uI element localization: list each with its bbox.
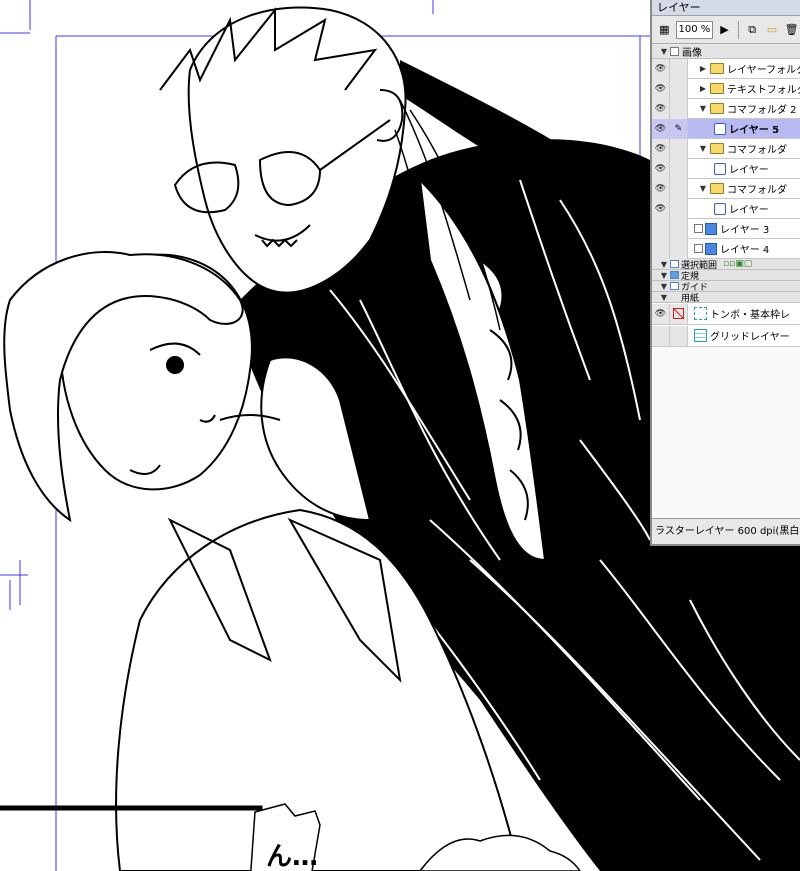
expand-icon[interactable]: ▶ (698, 84, 708, 93)
layer-label: 画像 (682, 48, 702, 59)
layer-row[interactable]: 👁 レイヤー (652, 158, 800, 179)
visibility-checkbox[interactable] (694, 244, 703, 253)
root-icon (670, 47, 679, 56)
eye-icon[interactable]: 👁 (655, 204, 666, 214)
layer-label: レイヤー 4 (720, 245, 770, 256)
visibility-checkbox[interactable] (694, 224, 703, 233)
lock-cell[interactable] (670, 218, 688, 239)
eye-icon[interactable]: 👁 (655, 144, 666, 154)
pen-icon: ✎ (674, 123, 683, 134)
layer-row-selected[interactable]: 👁 ✎ レイヤー 5 (652, 118, 800, 139)
layer-label: レイヤー 3 (720, 225, 770, 236)
opacity-field[interactable]: 100 % (675, 20, 714, 39)
layer-row[interactable]: 👁 ▶ レイヤーフォルダ (652, 58, 800, 79)
expand-icon[interactable]: ▶ (698, 64, 708, 73)
boy-head (3, 251, 253, 523)
lock-cell[interactable] (670, 78, 688, 99)
eye-icon[interactable]: 👁 (655, 124, 666, 134)
group-row-paper[interactable]: ▼ 用紙 (652, 292, 800, 304)
selection-tools-icon[interactable]: ▫▫▣▢ (723, 259, 752, 269)
selection-icon (670, 260, 679, 268)
layer-label: レイヤー (729, 165, 769, 176)
eye-icon[interactable]: 👁 (655, 64, 666, 74)
layer-label: トンボ・基本枠レ (710, 310, 790, 321)
lock-cell[interactable] (670, 58, 688, 79)
frame-folder-icon (710, 103, 724, 114)
layer-palette-title: レイヤー (652, 0, 800, 16)
lock-cell[interactable] (670, 178, 688, 199)
page-layer-row[interactable]: 👁 トンボ・基本枠レ (652, 303, 800, 325)
lock-cell[interactable] (670, 238, 688, 259)
layer-root-row[interactable]: ▼ 画像 (652, 45, 800, 59)
eye-icon[interactable]: 👁 (655, 164, 666, 174)
eye-cell-hidden[interactable] (652, 325, 670, 346)
lock-cell[interactable] (670, 138, 688, 159)
layer-row[interactable]: 👁 ▼ コマフォルダ 2 (652, 98, 800, 119)
layer-tree: ▼ 画像 👁 ▶ レイヤーフォルダ 👁 ▶ テキストフォルダ 👁 ▼ コマフォル… (652, 45, 800, 520)
raster-layer-icon (714, 162, 726, 175)
layer-row[interactable]: 👁 ▼ コマフォルダ (652, 138, 800, 159)
color-layer-icon (705, 222, 717, 235)
layer-row[interactable]: レイヤー 3 (652, 218, 800, 239)
color-layer-icon (705, 242, 717, 255)
collapse-icon[interactable]: ▼ (660, 271, 668, 280)
page-layer-row[interactable]: グリッドレイヤー (652, 325, 800, 347)
group-label: 用紙 (681, 293, 700, 304)
no-output-icon (673, 308, 684, 319)
layer-label: グリッドレイヤー (710, 332, 790, 343)
eye-icon[interactable]: 👁 (655, 309, 666, 319)
collapse-icon[interactable]: ▼ (660, 47, 668, 56)
ruler-icon (670, 271, 679, 279)
collapse-icon[interactable]: ▼ (660, 260, 668, 269)
layer-row[interactable]: 👁 ▶ テキストフォルダ (652, 78, 800, 99)
layer-toolbar: ▦ 100 % ▶ ⧉ ▭ 🗑 (652, 16, 800, 44)
raster-layer-icon (714, 122, 726, 135)
layer-label: コマフォルダ (727, 185, 787, 196)
group-row-ruler[interactable]: ▼ 定規 (652, 270, 800, 282)
collapse-icon[interactable]: ▼ (698, 184, 708, 193)
trash-icon[interactable]: 🗑 (783, 21, 800, 39)
layer-label: レイヤー 5 (729, 125, 780, 136)
eye-cell-hidden[interactable] (652, 238, 670, 259)
layer-palette[interactable]: レイヤー ▦ 100 % ▶ ⧉ ▭ 🗑 ▼ 画像 👁 ▶ レイヤーフォルダ 👁… (650, 0, 800, 546)
lock-cell[interactable] (670, 158, 688, 179)
frame-folder-icon (710, 143, 724, 154)
color-mode-icon[interactable]: ▦ (656, 21, 673, 39)
text-folder-icon (710, 83, 724, 94)
crop-mark-icon (694, 307, 707, 320)
collapse-icon[interactable]: ▼ (660, 282, 668, 291)
layer-row[interactable]: 👁 レイヤー (652, 198, 800, 219)
collapse-icon[interactable]: ▼ (698, 144, 708, 153)
layer-label: コマフォルダ 2 (727, 105, 797, 116)
folder-icon (710, 63, 724, 74)
layer-row[interactable]: 👁 ▼ コマフォルダ (652, 178, 800, 199)
speech-text: ん… (266, 842, 318, 871)
layer-label: コマフォルダ (727, 145, 787, 156)
guide-icon (670, 282, 679, 290)
collapse-icon[interactable]: ▼ (698, 104, 708, 113)
lock-cell[interactable] (670, 325, 688, 346)
group-row-selection[interactable]: ▼ 選択範囲 ▫▫▣▢ (652, 259, 800, 271)
layer-status-bar: ラスターレイヤー 600 dpi(黒白(2 (652, 518, 800, 544)
layer-label: レイヤーフォルダ (727, 65, 800, 76)
lock-cell[interactable] (670, 98, 688, 119)
frame-folder-icon (710, 183, 724, 194)
layer-row[interactable]: レイヤー 4 (652, 238, 800, 259)
eye-cell-hidden[interactable] (652, 218, 670, 239)
raster-layer-icon (714, 202, 726, 215)
eye-icon[interactable]: 👁 (655, 84, 666, 94)
lock-cell[interactable] (670, 198, 688, 219)
new-folder-icon[interactable]: ▭ (764, 21, 781, 39)
collapse-icon[interactable]: ▼ (660, 293, 668, 302)
group-row-guide[interactable]: ▼ ガイド (652, 281, 800, 293)
eye-icon[interactable]: 👁 (655, 184, 666, 194)
play-icon[interactable]: ▶ (716, 21, 733, 39)
new-layer-icon[interactable]: ⧉ (744, 21, 761, 39)
grid-icon (694, 329, 707, 342)
layer-label: レイヤー (729, 205, 769, 216)
eye-icon[interactable]: 👁 (655, 104, 666, 114)
layer-label: テキストフォルダ (727, 85, 800, 96)
